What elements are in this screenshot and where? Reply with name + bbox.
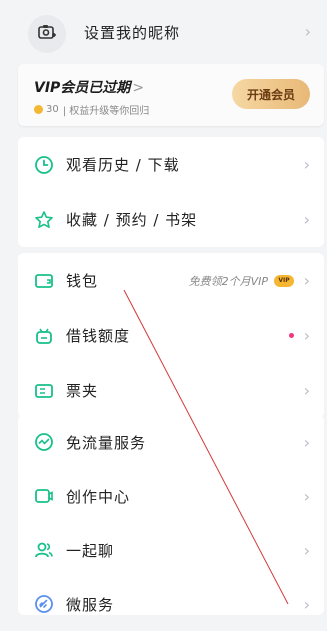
chevron-right-icon: › bbox=[303, 432, 310, 452]
chevron-right-icon: › bbox=[303, 381, 310, 400]
notification-dot bbox=[289, 333, 294, 338]
set-nickname-label[interactable]: 设置我的昵称 bbox=[84, 22, 180, 43]
clock-icon bbox=[34, 155, 54, 175]
menu-item-label: 创作中心 bbox=[66, 487, 131, 506]
chevron-right-icon: › bbox=[303, 326, 310, 345]
chevron-right-icon: › bbox=[303, 540, 310, 560]
menu-item-favorites[interactable]: 收藏 / 预约 / 书架 › bbox=[18, 192, 324, 247]
menu-item-label: 观看历史 / 下载 bbox=[66, 156, 180, 174]
menu-item-wallet[interactable]: 钱包 免费领2个月VIP VIP › bbox=[18, 253, 324, 308]
menu-item-history[interactable]: 观看历史 / 下载 › bbox=[18, 137, 324, 192]
menu-item-label: 借钱额度 bbox=[66, 327, 131, 345]
menu-item-creator-center[interactable]: 创作中心 › bbox=[18, 469, 324, 523]
chevron-right-icon: › bbox=[303, 210, 310, 229]
vip-arrow: > bbox=[132, 80, 145, 96]
menu-item-label: 免流量服务 bbox=[66, 433, 147, 452]
menu-item-micro-services[interactable]: 微服务 › bbox=[18, 577, 324, 631]
vip-card[interactable]: VIP会员已过期 > 30 | 权益升级等你回归 开通会员 bbox=[18, 64, 324, 126]
chevron-right-icon: › bbox=[303, 594, 310, 614]
vip-subtitle: 30 | 权益升级等你回归 bbox=[34, 102, 149, 117]
pulse-icon bbox=[34, 432, 54, 452]
menu-item-chat-together[interactable]: 一起聊 › bbox=[18, 523, 324, 577]
coin-icon bbox=[34, 105, 43, 114]
link-icon bbox=[34, 594, 54, 614]
star-icon bbox=[34, 210, 54, 230]
vip-status-text: VIP会员已过期 bbox=[34, 80, 131, 96]
chevron-right-icon: › bbox=[303, 155, 310, 174]
menu-group-finance: 钱包 免费领2个月VIP VIP › 借钱额度 › 票夹 › bbox=[18, 253, 324, 418]
menu-item-label: 一起聊 bbox=[66, 541, 115, 560]
vip-status-title[interactable]: VIP会员已过期 > bbox=[34, 77, 144, 97]
menu-item-label: 收藏 / 预约 / 书架 bbox=[66, 211, 198, 229]
menu-item-label: 票夹 bbox=[66, 382, 99, 400]
vip-subtitle-text: | 权益升级等你回归 bbox=[62, 106, 150, 117]
ticket-icon bbox=[34, 381, 54, 401]
menu-group-services: 免流量服务 › 创作中心 › 一起聊 › 微服务 › bbox=[18, 415, 324, 615]
chevron-right-icon: › bbox=[303, 486, 310, 506]
open-vip-button[interactable]: 开通会员 bbox=[232, 79, 310, 109]
menu-group-history: 观看历史 / 下载 › 收藏 / 预约 / 书架 › bbox=[18, 137, 324, 247]
menu-item-loan[interactable]: 借钱额度 › bbox=[18, 308, 324, 363]
menu-item-tickets[interactable]: 票夹 › bbox=[18, 363, 324, 418]
menu-item-free-data[interactable]: 免流量服务 › bbox=[18, 415, 324, 469]
points-value: 30 bbox=[46, 104, 59, 115]
chevron-right-icon: › bbox=[304, 22, 311, 41]
vip-badge: VIP bbox=[274, 274, 294, 287]
profile-row[interactable]: 设置我的昵称 › bbox=[0, 0, 327, 62]
wallet-promo-text: 免费领2个月VIP bbox=[188, 274, 268, 288]
menu-item-label: 微服务 bbox=[66, 595, 115, 614]
menu-item-label: 钱包 bbox=[66, 272, 99, 290]
wallet-icon bbox=[34, 271, 54, 291]
people-icon bbox=[34, 540, 54, 560]
video-icon bbox=[34, 486, 54, 506]
chevron-right-icon: › bbox=[303, 271, 310, 290]
camera-plus-icon bbox=[37, 22, 57, 46]
bag-icon bbox=[34, 326, 54, 346]
avatar[interactable] bbox=[28, 15, 66, 53]
